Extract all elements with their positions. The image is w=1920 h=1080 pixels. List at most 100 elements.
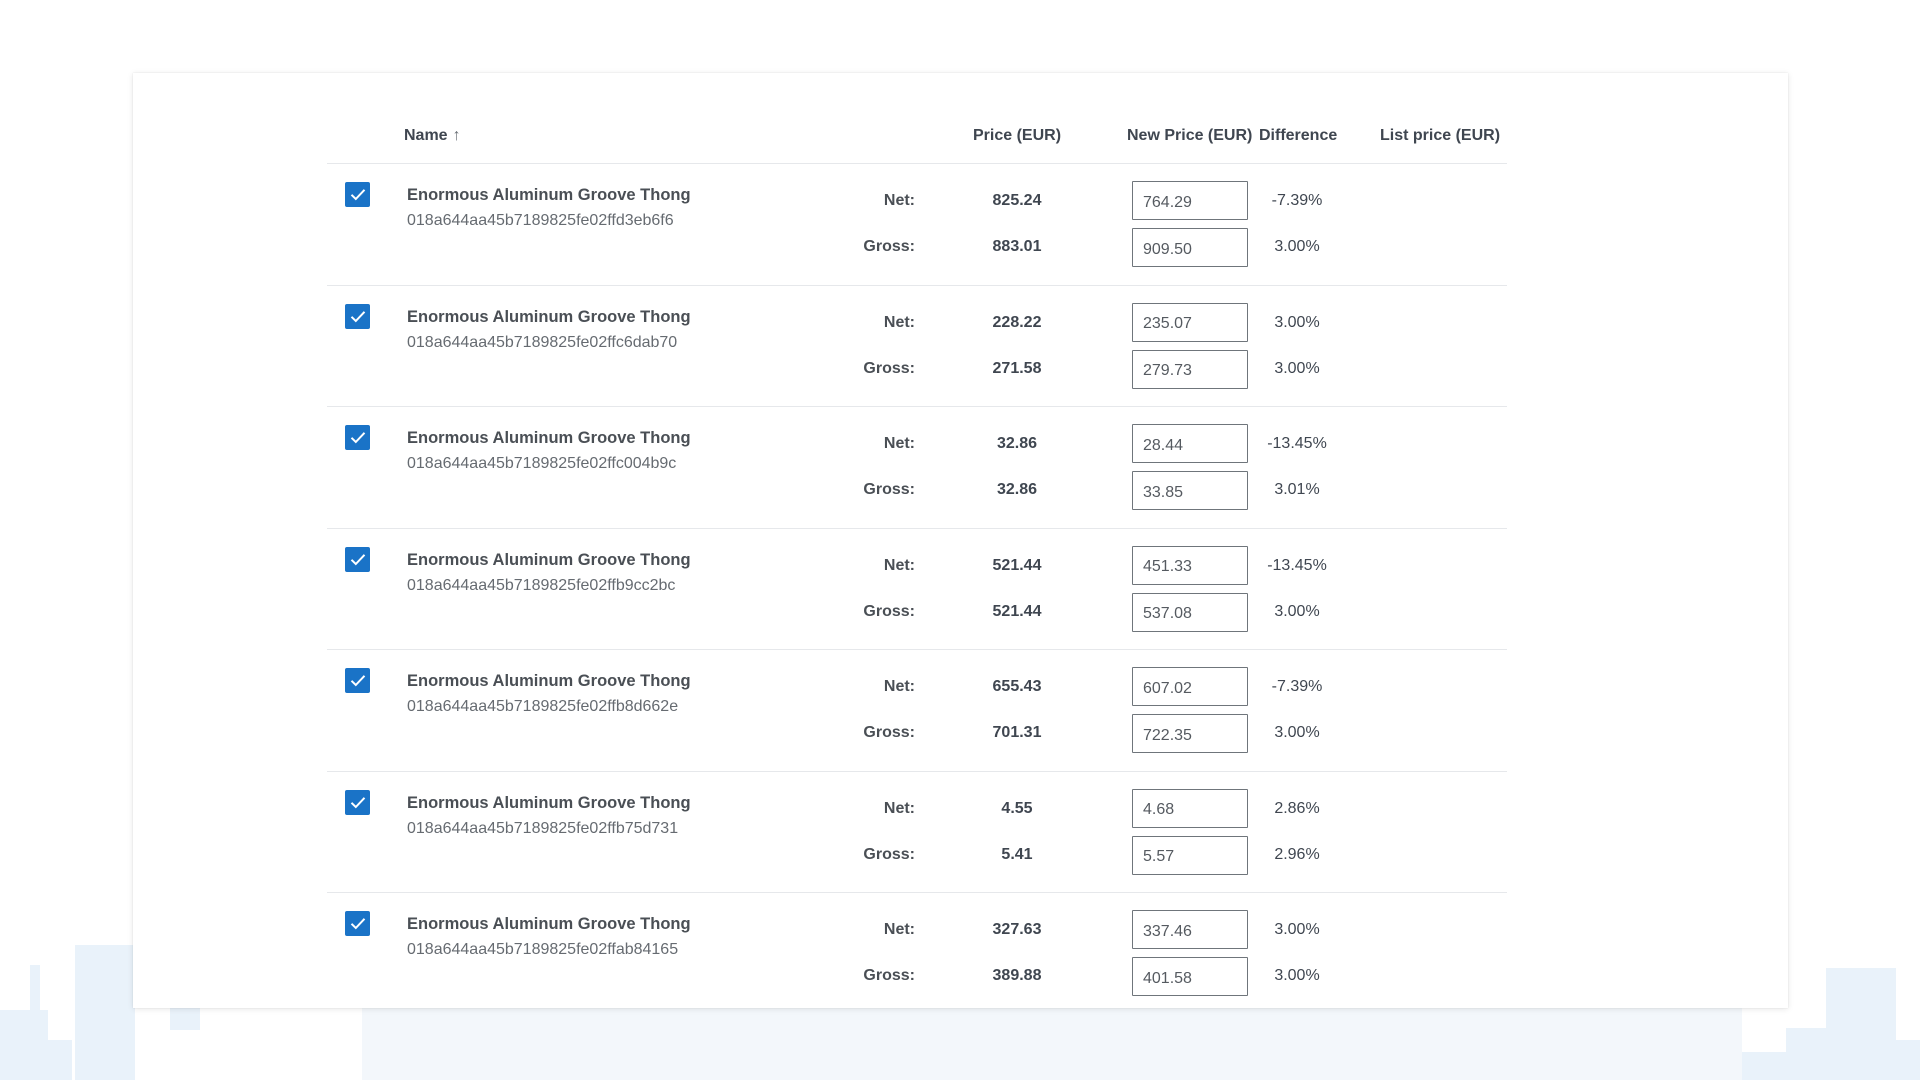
gross-price-value: 5.41 [1001, 845, 1033, 863]
gross-label: Gross: [863, 359, 915, 377]
net-difference-value: -7.39% [1271, 678, 1323, 695]
checkmark-icon [350, 553, 365, 565]
new-net-price-input[interactable] [1132, 302, 1248, 342]
new-gross-price-input[interactable] [1132, 228, 1248, 267]
gross-label: Gross: [863, 845, 915, 863]
checkmark-icon [350, 796, 365, 808]
net-price-value: 327.63 [992, 921, 1042, 938]
new-net-price-input[interactable] [1132, 788, 1248, 828]
net-price-value: 655.43 [992, 678, 1042, 695]
bulk-price-card: Name ↑ Price (EUR) New Price (EUR) Differ… [133, 73, 1788, 1008]
product-name: Enormous Aluminum Groove Thong [407, 307, 691, 326]
product-id: 018a644aa45b7189825fe02ffc6dab70 [407, 333, 678, 351]
net-difference-value: -7.39% [1271, 192, 1323, 209]
product-id: 018a644aa45b7189825fe02ffb75d731 [407, 819, 679, 837]
gross-difference-value: 3.00% [1274, 238, 1320, 255]
net-label: Net: [883, 799, 915, 817]
new-net-price-input[interactable] [1132, 667, 1248, 706]
table-row: Enormous Aluminum Groove Thong 018a644aa… [327, 164, 1507, 286]
checkmark-icon [350, 918, 365, 930]
product-name: Enormous Aluminum Groove Thong [407, 915, 691, 933]
column-header-difference[interactable]: Difference [1259, 127, 1337, 145]
new-gross-price-input[interactable] [1132, 835, 1248, 875]
row-checkbox[interactable] [345, 303, 370, 329]
new-gross-price-input[interactable] [1132, 714, 1248, 753]
column-header-new-price[interactable]: New Price (EUR) [1127, 127, 1252, 145]
net-price-value: 228.22 [992, 313, 1042, 331]
name-header-label: Name [404, 127, 448, 144]
column-header-list-price[interactable]: List price (EUR) [1380, 127, 1500, 145]
gross-difference-value: 3.01% [1274, 481, 1320, 498]
gross-difference-value: 3.00% [1274, 724, 1320, 741]
new-net-price-input[interactable] [1132, 910, 1248, 949]
product-name: Enormous Aluminum Groove Thong [407, 550, 691, 569]
product-id: 018a644aa45b7189825fe02ffab84165 [407, 941, 679, 958]
table-row: Enormous Aluminum Groove Thong 018a644aa… [327, 893, 1507, 1015]
net-difference-value: -13.45% [1267, 435, 1327, 452]
gross-difference-value: 3.00% [1274, 967, 1320, 984]
net-label: Net: [883, 313, 915, 331]
gross-price-value: 389.88 [992, 967, 1042, 984]
table-row: Enormous Aluminum Groove Thong 018a644aa… [327, 407, 1507, 529]
product-name: Enormous Aluminum Groove Thong [407, 672, 691, 690]
net-label: Net: [883, 556, 915, 574]
column-header-name[interactable]: Name ↑ [404, 127, 461, 145]
net-price-value: 4.55 [1001, 799, 1033, 817]
net-label: Net: [883, 921, 915, 938]
table-row: Enormous Aluminum Groove Thong 018a644aa… [327, 529, 1507, 650]
gross-label: Gross: [863, 724, 915, 741]
product-name: Enormous Aluminum Groove Thong [407, 186, 691, 204]
product-name: Enormous Aluminum Groove Thong [407, 429, 691, 447]
net-difference-value: 3.00% [1274, 921, 1320, 938]
checkmark-icon [350, 432, 365, 444]
row-checkbox[interactable] [345, 911, 370, 936]
new-gross-price-input[interactable] [1132, 349, 1248, 389]
product-id: 018a644aa45b7189825fe02ffc004b9c [407, 455, 677, 472]
new-gross-price-input[interactable] [1132, 471, 1248, 510]
new-net-price-input[interactable] [1132, 545, 1248, 585]
price-table: Name ↑ Price (EUR) New Price (EUR) Differ… [327, 103, 1507, 1015]
net-price-value: 521.44 [992, 556, 1042, 574]
new-net-price-input[interactable] [1132, 424, 1248, 463]
gross-price-value: 701.31 [992, 724, 1042, 741]
gross-price-value: 883.01 [992, 238, 1042, 255]
net-label: Net: [883, 192, 915, 209]
product-id: 018a644aa45b7189825fe02ffd3eb6f6 [407, 212, 674, 229]
product-id: 018a644aa45b7189825fe02ffb8d662e [407, 698, 679, 715]
net-label: Net: [883, 435, 915, 452]
table-header: Name ↑ Price (EUR) New Price (EUR) Differ… [327, 103, 1507, 164]
table-row: Enormous Aluminum Groove Thong 018a644aa… [327, 286, 1507, 407]
net-price-value: 32.86 [996, 435, 1038, 452]
net-difference-value: 3.00% [1274, 313, 1320, 331]
row-checkbox[interactable] [345, 789, 370, 815]
gross-difference-value: 3.00% [1274, 359, 1320, 377]
row-checkbox[interactable] [345, 182, 370, 207]
sort-ascending-icon[interactable]: ↑ [453, 127, 461, 144]
product-id: 018a644aa45b7189825fe02ffb9cc2bc [407, 576, 676, 594]
gross-price-value: 32.86 [996, 481, 1038, 498]
new-net-price-input[interactable] [1132, 181, 1248, 220]
row-checkbox[interactable] [345, 668, 370, 693]
gross-label: Gross: [863, 238, 915, 255]
row-checkbox[interactable] [345, 546, 370, 572]
net-difference-value: -13.45% [1267, 556, 1327, 574]
table-body: Enormous Aluminum Groove Thong 018a644aa… [327, 164, 1507, 1015]
new-gross-price-input[interactable] [1132, 592, 1248, 632]
new-gross-price-input[interactable] [1132, 957, 1248, 996]
gross-difference-value: 2.96% [1274, 845, 1320, 863]
gross-label: Gross: [863, 967, 915, 984]
net-difference-value: 2.86% [1274, 799, 1320, 817]
checkmark-icon [350, 189, 365, 201]
checkmark-icon [350, 675, 365, 687]
checkmark-icon [350, 310, 365, 322]
table-row: Enormous Aluminum Groove Thong 018a644aa… [327, 772, 1507, 893]
net-price-value: 825.24 [992, 192, 1042, 209]
gross-label: Gross: [863, 481, 915, 498]
gross-price-value: 521.44 [992, 602, 1042, 620]
column-header-price[interactable]: Price (EUR) [973, 127, 1061, 145]
gross-difference-value: 3.00% [1274, 602, 1320, 620]
product-name: Enormous Aluminum Groove Thong [407, 793, 691, 812]
table-row: Enormous Aluminum Groove Thong 018a644aa… [327, 650, 1507, 772]
row-checkbox[interactable] [345, 425, 370, 450]
net-label: Net: [883, 678, 915, 695]
